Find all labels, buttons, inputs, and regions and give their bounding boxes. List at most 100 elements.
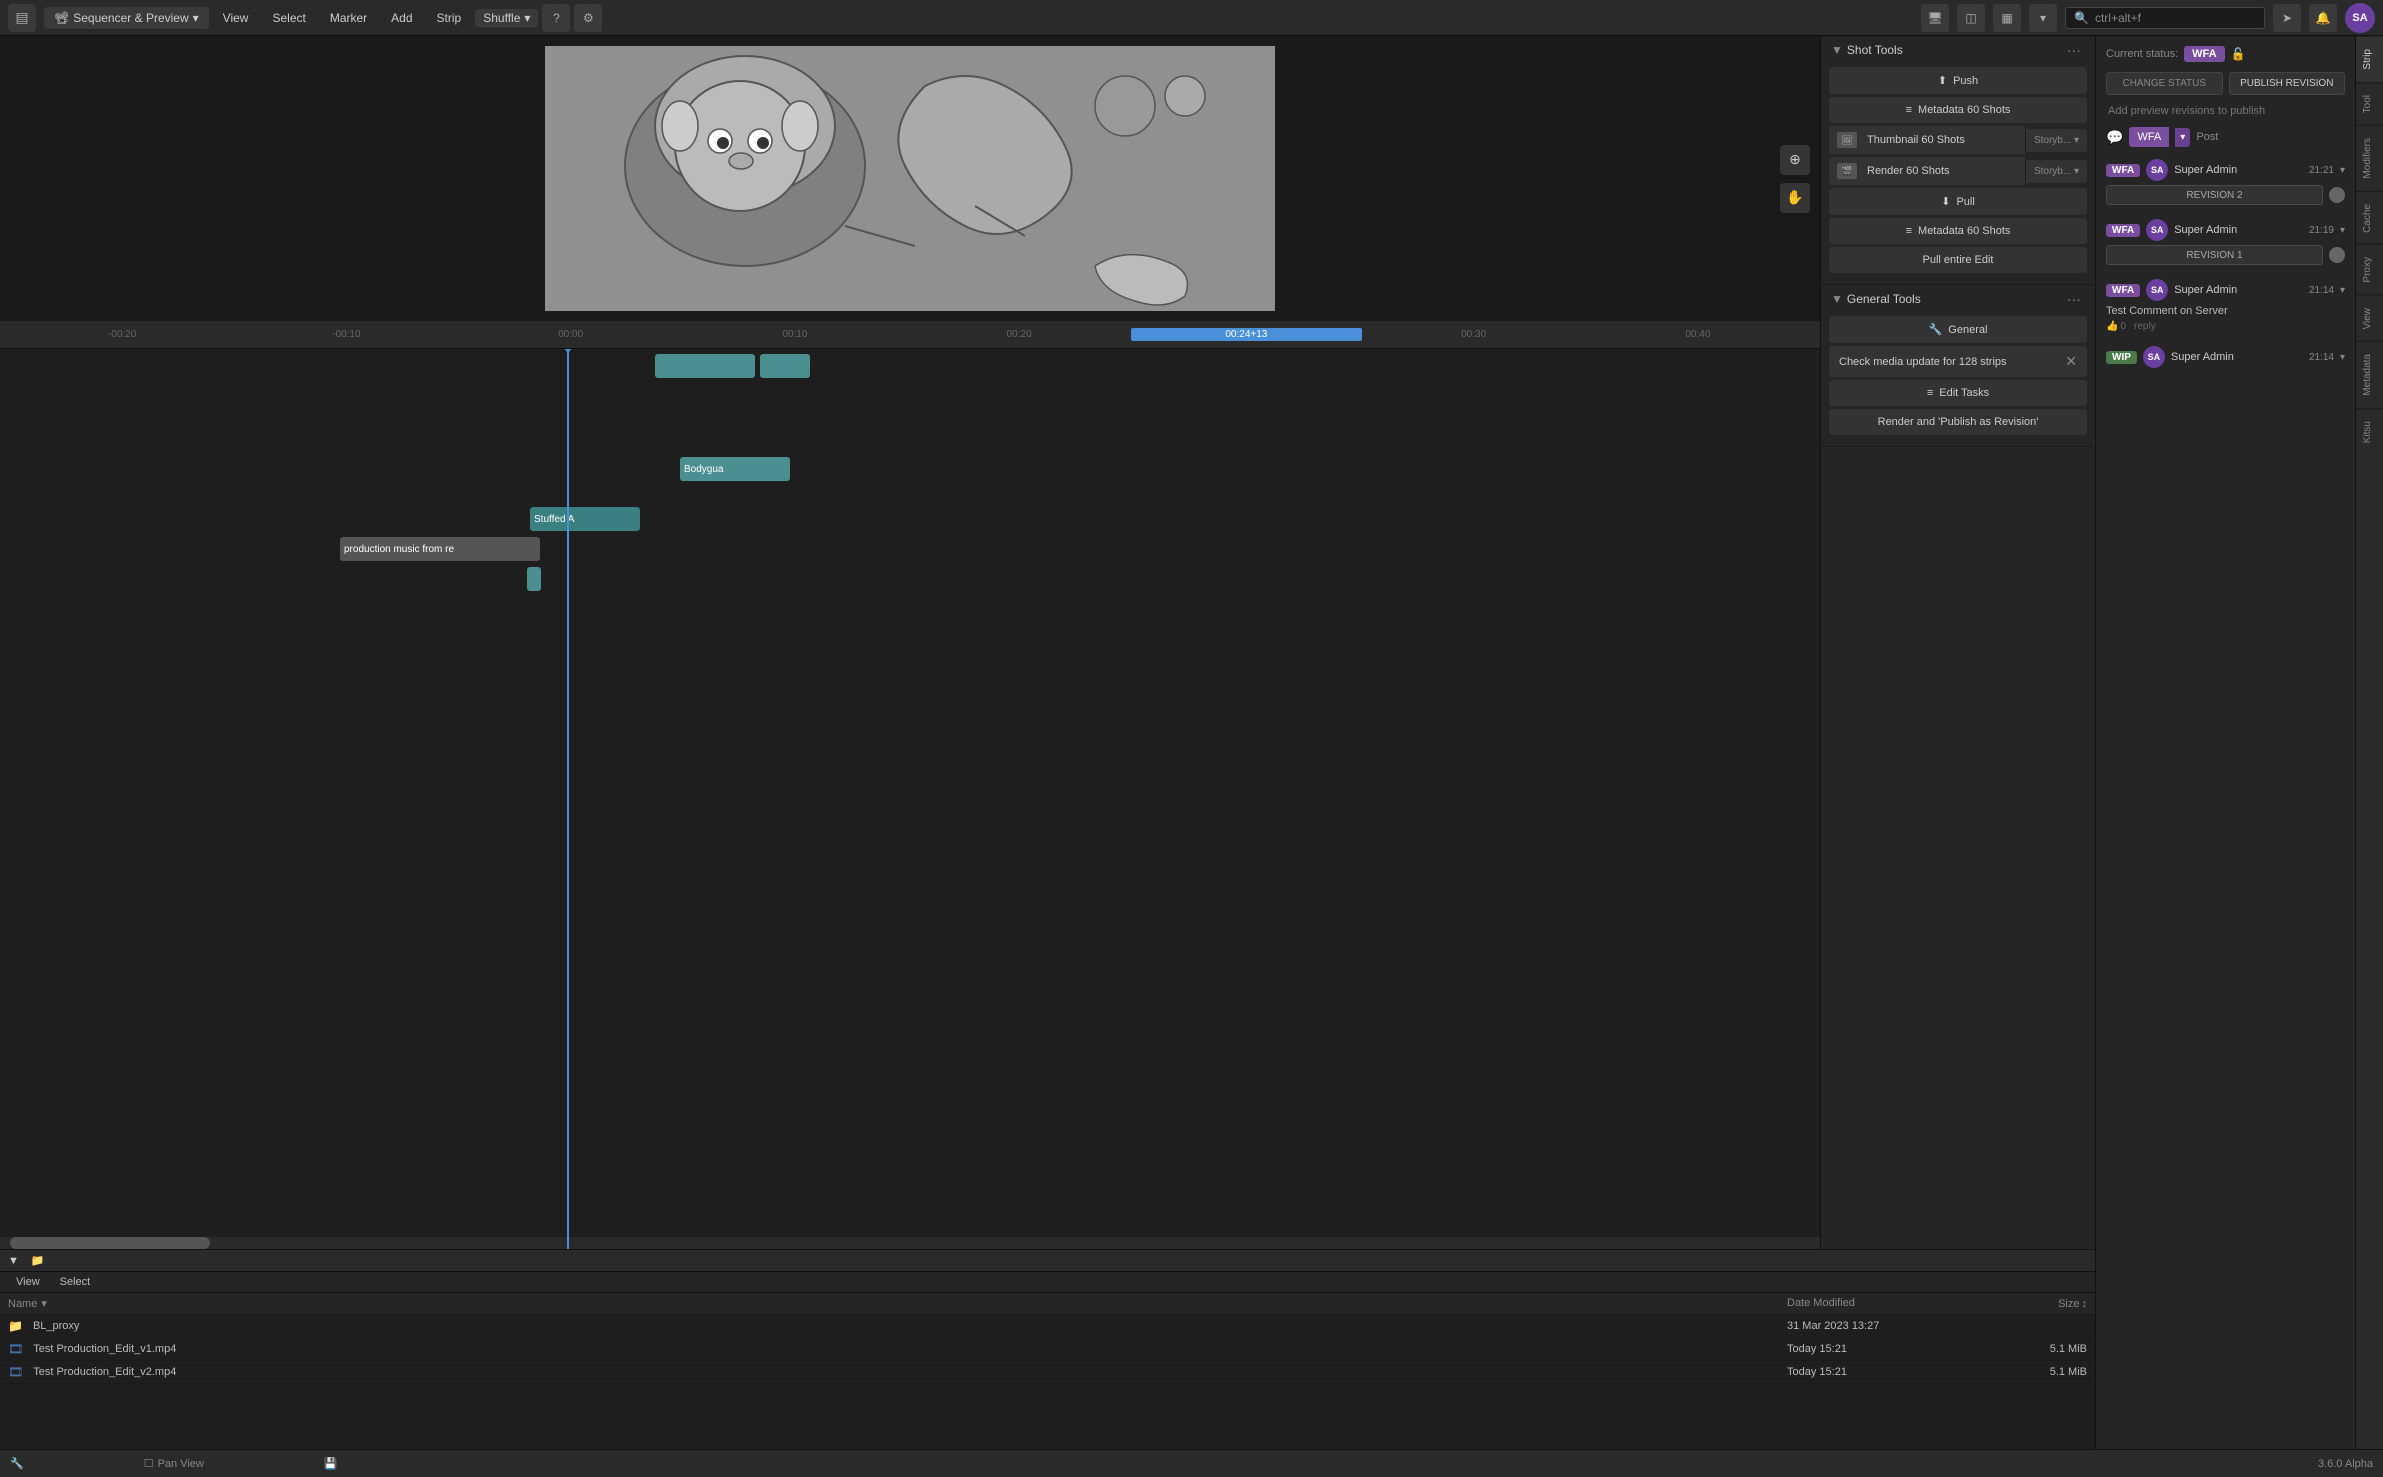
zoom-fit-btn[interactable]: ⊕	[1780, 145, 1810, 175]
notification-icon[interactable]: 🔔	[2309, 4, 2337, 32]
revision-1-header: WFA SA Super Admin 21:19 ▾	[2106, 219, 2345, 241]
pull-btn[interactable]: ⬇ Pull	[1829, 188, 2087, 215]
status-badge[interactable]: WFA	[2184, 46, 2224, 62]
change-status-btn[interactable]: CHANGE STATUS	[2106, 72, 2223, 95]
post-btn[interactable]: Post	[2196, 131, 2218, 143]
comment-input-row: 💬 WFA ▾ Post	[2106, 127, 2345, 147]
side-tab-proxy[interactable]: Proxy	[2356, 244, 2383, 295]
shot-tools-options[interactable]: ···	[2063, 42, 2085, 58]
reply-btn[interactable]: reply	[2134, 321, 2156, 332]
side-tab-view[interactable]: View	[2356, 295, 2383, 342]
rev-expand-3[interactable]: ▾	[2340, 352, 2345, 363]
track-music: production music from re	[0, 534, 1820, 564]
file-browser-menubar: View Select	[0, 1272, 2095, 1293]
file-menu-view[interactable]: View	[8, 1274, 48, 1290]
side-tab-modifiers[interactable]: Modifiers	[2356, 125, 2383, 191]
ruler-mark-5[interactable]: 00:24+13	[1131, 328, 1361, 341]
clip-bodygua[interactable]: Bodygua	[680, 457, 790, 481]
check-media-btn[interactable]: Check media update for 128 strips ✕	[1829, 346, 2087, 377]
track-bodygua: Bodygua	[0, 454, 1820, 484]
side-tab-cache[interactable]: Cache	[2356, 191, 2383, 245]
sequencer-preview-menu[interactable]: 📽 Sequencer & Preview ▾	[44, 7, 209, 29]
render-dropdown[interactable]: Storyb... ▾	[2025, 160, 2087, 183]
file-browser-header: ▼ 📁	[0, 1250, 2095, 1272]
check-media-close[interactable]: ✕	[2065, 353, 2077, 370]
shot-tools-header: ▼ Shot Tools ···	[1821, 36, 2095, 64]
scrollbar-thumb[interactable]	[10, 1237, 210, 1249]
side-tab-metadata[interactable]: Metadata	[2356, 341, 2383, 408]
clip-0[interactable]	[655, 354, 755, 378]
revision-2-track[interactable]: REVISION 2	[2106, 185, 2323, 205]
folder-dropdown-icon[interactable]: ▼	[8, 1255, 19, 1267]
size-sort-icon[interactable]: ↕	[2082, 1298, 2088, 1310]
render-publish-btn[interactable]: Render and 'Publish as Revision'	[1829, 409, 2087, 435]
app-logo[interactable]: ▤	[8, 4, 36, 32]
timeline-scrollbar[interactable]	[0, 1237, 1820, 1249]
rev-expand-1[interactable]: ▾	[2340, 225, 2345, 236]
ruler-mark-7: 00:40	[1586, 329, 1810, 340]
user-avatar[interactable]: SA	[2345, 3, 2375, 33]
search-box[interactable]: 🔍 ctrl+alt+f	[2065, 7, 2265, 29]
shot-tools-collapse[interactable]: ▼	[1831, 43, 1843, 57]
help-icon[interactable]: ?	[542, 4, 570, 32]
file-menu-select[interactable]: Select	[52, 1274, 99, 1290]
push-btn[interactable]: ⬆ Push	[1829, 67, 2087, 94]
rev-name-3: Super Admin	[2171, 351, 2234, 363]
pull-metadata-btn[interactable]: ≡ Metadata 60 Shots	[1829, 218, 2087, 244]
sequencer-icon: 📽	[54, 11, 69, 25]
general-btn[interactable]: 🔧 General	[1829, 316, 2087, 343]
playhead[interactable]	[567, 349, 569, 1249]
monitor-icon[interactable]: 🖥	[1921, 4, 1949, 32]
status-select[interactable]: WFA	[2129, 127, 2169, 147]
revision-1-track[interactable]: REVISION 1	[2106, 245, 2323, 265]
thumbnail-dropdown[interactable]: Storyb... ▾	[2025, 129, 2087, 152]
wfa-badge-2: WFA	[2106, 284, 2140, 297]
menu-add[interactable]: Add	[381, 7, 422, 29]
metadata-btn[interactable]: ≡ Metadata 60 Shots	[1829, 97, 2087, 123]
rev-dot-1[interactable]	[2329, 247, 2345, 263]
rev-name-2: Super Admin	[2174, 284, 2237, 296]
clip-1[interactable]	[760, 354, 810, 378]
shuffle-dropdown[interactable]: ▾	[524, 11, 530, 25]
rev-expand-0[interactable]: ▾	[2340, 165, 2345, 176]
menu-select[interactable]: Select	[262, 7, 315, 29]
general-tools-options[interactable]: ···	[2063, 291, 2085, 307]
forward-icon[interactable]: ➤	[2273, 4, 2301, 32]
file-row[interactable]: 🎞 Test Production_Edit_v2.mp4 Today 15:2…	[0, 1361, 2095, 1384]
clip-stuffed[interactable]: Stuffed A	[530, 507, 640, 531]
pan-btn[interactable]: ✋	[1780, 183, 1810, 213]
menu-marker[interactable]: Marker	[320, 7, 377, 29]
general-tools-collapse[interactable]: ▼	[1831, 292, 1843, 306]
publish-revision-btn[interactable]: PUBLISH REVISION	[2229, 72, 2346, 95]
sort-icon[interactable]: ▾	[41, 1297, 47, 1310]
status-dropdown-arrow[interactable]: ▾	[2175, 128, 2190, 147]
pull-entire-btn[interactable]: Pull entire Edit	[1829, 247, 2087, 273]
like-btn[interactable]: 👍 0	[2106, 321, 2126, 332]
layout-icon[interactable]: ▦	[1993, 4, 2021, 32]
video-icon-row: 🎞	[8, 1342, 23, 1356]
render-btn[interactable]: 🎬 Render 60 Shots	[1829, 157, 2025, 185]
side-tab-tool[interactable]: Tool	[2356, 82, 2383, 125]
rev-expand-2[interactable]: ▾	[2340, 285, 2345, 296]
clip-music[interactable]: production music from re	[340, 537, 540, 561]
ruler-marks: -00:20 -00:10 00:00 00:10 00:20 00:24+13…	[0, 321, 1820, 348]
side-tab-strip[interactable]: Strip	[2356, 36, 2383, 82]
file-row[interactable]: 📁 BL_proxy 31 Mar 2023 13:27	[0, 1315, 2095, 1338]
menu-strip[interactable]: Strip	[427, 7, 472, 29]
file-row[interactable]: 🎞 Test Production_Edit_v1.mp4 Today 15:2…	[0, 1338, 2095, 1361]
rev-dot-0[interactable]	[2329, 187, 2345, 203]
clip-small[interactable]	[527, 567, 541, 591]
side-tab-kitsu[interactable]: Kitsu	[2356, 408, 2383, 455]
view-icon[interactable]: ◫	[1957, 4, 1985, 32]
thumbnail-btn[interactable]: 🖼 Thumbnail 60 Shots	[1829, 126, 2025, 154]
file-rows: 📁 BL_proxy 31 Mar 2023 13:27 🎞 Test Prod…	[0, 1315, 2095, 1449]
statusbar-left-icon[interactable]: 🔧	[10, 1457, 24, 1470]
like-icon: 👍	[2106, 321, 2118, 332]
settings-icon[interactable]: ⚙	[574, 4, 602, 32]
shuffle-group[interactable]: Shuffle ▾	[475, 9, 538, 27]
extra-icon[interactable]: ▾	[2029, 4, 2057, 32]
edit-tasks-btn[interactable]: ≡ Edit Tasks	[1829, 380, 2087, 406]
ruler-mark-4: 00:20	[907, 329, 1131, 340]
timeline-tracks[interactable]: Bodygua Stuffed A production music from …	[0, 349, 1820, 1249]
menu-view[interactable]: View	[213, 7, 259, 29]
